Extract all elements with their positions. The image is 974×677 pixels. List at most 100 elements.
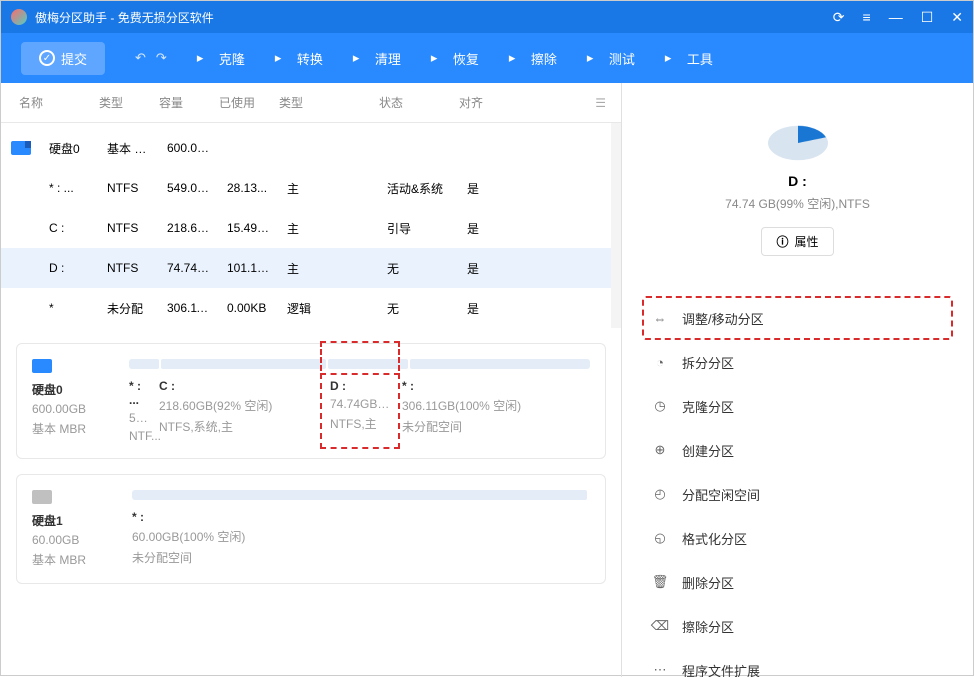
split-icon: ◔: [650, 352, 670, 372]
toolbar-label: 测试: [609, 49, 635, 68]
col-used: 已使用: [211, 94, 271, 111]
properties-button[interactable]: ⓘ 属性: [761, 227, 833, 256]
col-type: 类型: [91, 94, 151, 111]
clean-icon: ▸: [353, 50, 369, 66]
action-clone[interactable]: ◷ 克隆分区: [642, 384, 953, 428]
partition-label[interactable]: * :60.00GB(100% 空闲)未分配空间: [132, 510, 587, 566]
toolbar-recover[interactable]: ▸ 恢复: [431, 49, 479, 68]
titlebar: 傲梅分区助手 - 免费无损分区软件 ⟳ ≡ — ☐ ✕: [1, 1, 973, 33]
col-ptype: 类型: [271, 94, 371, 111]
more-icon: ⋯: [650, 660, 670, 677]
info-icon: ⓘ: [776, 233, 788, 250]
disk-info: 硬盘160.00GB基本 MBR: [32, 490, 117, 568]
action-label: 程序文件扩展: [682, 661, 760, 677]
toolbar-clone[interactable]: ▸ 克隆: [197, 49, 245, 68]
minimize-icon[interactable]: —: [889, 9, 903, 25]
col-status: 状态: [371, 94, 451, 111]
drive-name: D :: [642, 173, 953, 189]
toolbar-label: 工具: [687, 49, 713, 68]
recover-icon: ▸: [431, 50, 447, 66]
check-icon: ✓: [39, 50, 55, 66]
col-name: 名称: [11, 94, 91, 111]
action-label: 擦除分区: [682, 617, 734, 636]
disk-info: 硬盘0600.00GB基本 MBR: [32, 359, 114, 443]
submit-button[interactable]: ✓ 提交: [21, 42, 105, 75]
action-label: 克隆分区: [682, 397, 734, 416]
drive-detail: 74.74 GB(99% 空闲),NTFS: [642, 195, 953, 212]
test-icon: ▸: [587, 50, 603, 66]
window-title: 傲梅分区助手 - 免费无损分区软件: [35, 9, 833, 26]
clone-icon: ▸: [197, 50, 213, 66]
wipe-icon: ▸: [509, 50, 525, 66]
action-label: 删除分区: [682, 573, 734, 592]
action-delete[interactable]: 🗑 删除分区: [642, 560, 953, 604]
partition-bar: [132, 490, 590, 500]
submit-label: 提交: [61, 49, 87, 68]
partition-segment[interactable]: [410, 359, 590, 369]
app-logo-icon: [11, 9, 27, 25]
resize-icon: ⇔: [650, 308, 670, 328]
partition-row[interactable]: *未分配306.11...0.00KB逻辑无是: [1, 288, 611, 328]
partition-label[interactable]: * :306.11GB(100% 空闲)未分配空间: [402, 379, 582, 443]
toolbar-label: 恢复: [453, 49, 479, 68]
table-header: 名称 类型 容量 已使用 类型 状态 对齐 ☰: [1, 83, 621, 123]
toolbar-convert[interactable]: ▸ 转换: [275, 49, 323, 68]
toolbar: ✓ 提交 ↶ ↷ ▸ 克隆 ▸ 转换 ▸ 清理 ▸ 恢复 ▸ 擦除 ▸ 测试 ▸ 工具: [1, 33, 973, 83]
disk-name: 硬盘0: [41, 140, 99, 157]
partition-label[interactable]: D :74.74GB(9...NTFS,主: [320, 373, 400, 449]
undo-icon[interactable]: ↶: [135, 50, 146, 66]
toolbar-test[interactable]: ▸ 测试: [587, 49, 635, 68]
action-label: 拆分分区: [682, 353, 734, 372]
maximize-icon[interactable]: ☐: [921, 9, 934, 26]
partition-summary: D : 74.74 GB(99% 空闲),NTFS ⓘ 属性: [642, 98, 953, 276]
action-label: 分配空闲空间: [682, 485, 760, 504]
alloc-icon: ◴: [650, 484, 670, 504]
wipe-icon: ⌫: [650, 616, 670, 636]
action-format[interactable]: ◵ 格式化分区: [642, 516, 953, 560]
action-wipe[interactable]: ⌫ 擦除分区: [642, 604, 953, 648]
format-icon: ◵: [650, 528, 670, 548]
disk-card: 硬盘0600.00GB基本 MBR * : ...549...NTF...C :2…: [16, 343, 606, 459]
partition-segment[interactable]: [132, 490, 587, 500]
clone-icon: ◷: [650, 396, 670, 416]
menu-icon[interactable]: ≡: [863, 9, 871, 25]
pie-chart-icon: [763, 108, 833, 158]
action-label: 创建分区: [682, 441, 734, 460]
partition-segment[interactable]: [129, 359, 159, 369]
partition-row[interactable]: D :NTFS74.74GB101.16...主无是: [1, 248, 611, 288]
redo-icon[interactable]: ↷: [156, 50, 167, 66]
partition-label[interactable]: C :218.60GB(92% 空闲)NTFS,系统,主: [159, 379, 324, 443]
action-alloc[interactable]: ◴ 分配空闲空间: [642, 472, 953, 516]
refresh-icon[interactable]: ⟳: [833, 9, 845, 26]
toolbar-label: 转换: [297, 49, 323, 68]
partition-segment[interactable]: [161, 359, 326, 369]
partition-row[interactable]: C :NTFS218.60...15.49GB主引导是: [1, 208, 611, 248]
action-label: 调整/移动分区: [682, 309, 764, 328]
partition-row[interactable]: * : ...NTFS549.00...28.13...主活动&系统是: [1, 168, 611, 208]
toolbar-tools[interactable]: ▸ 工具: [665, 49, 713, 68]
toolbar-label: 清理: [375, 49, 401, 68]
disk-icon: [32, 359, 52, 373]
toolbar-label: 擦除: [531, 49, 557, 68]
action-split[interactable]: ◔ 拆分分区: [642, 340, 953, 384]
disk-icon: [32, 490, 52, 504]
action-create[interactable]: ⊕创建分区: [642, 428, 953, 472]
properties-label: 属性: [795, 233, 819, 250]
toolbar-label: 克隆: [219, 49, 245, 68]
close-icon[interactable]: ✕: [951, 9, 963, 26]
disk-card: 硬盘160.00GB基本 MBR * :60.00GB(100% 空闲)未分配空间: [16, 474, 606, 584]
disk-row[interactable]: 硬盘0基本 M...600.00...: [1, 128, 611, 168]
delete-icon: 🗑: [650, 572, 670, 592]
toolbar-wipe[interactable]: ▸ 擦除: [509, 49, 557, 68]
partition-label[interactable]: * : ...549...NTF...: [129, 379, 159, 443]
convert-icon: ▸: [275, 50, 291, 66]
list-view-icon[interactable]: ☰: [595, 96, 606, 110]
tools-icon: ▸: [665, 50, 681, 66]
col-align: 对齐: [451, 94, 499, 111]
scrollbar-thumb[interactable]: [613, 125, 619, 160]
toolbar-clean[interactable]: ▸ 清理: [353, 49, 401, 68]
action-resize[interactable]: ⇔ 调整/移动分区: [642, 296, 953, 340]
action-more[interactable]: ⋯ 程序文件扩展: [642, 648, 953, 677]
action-label: 格式化分区: [682, 529, 747, 548]
disk-icon: [11, 141, 31, 155]
